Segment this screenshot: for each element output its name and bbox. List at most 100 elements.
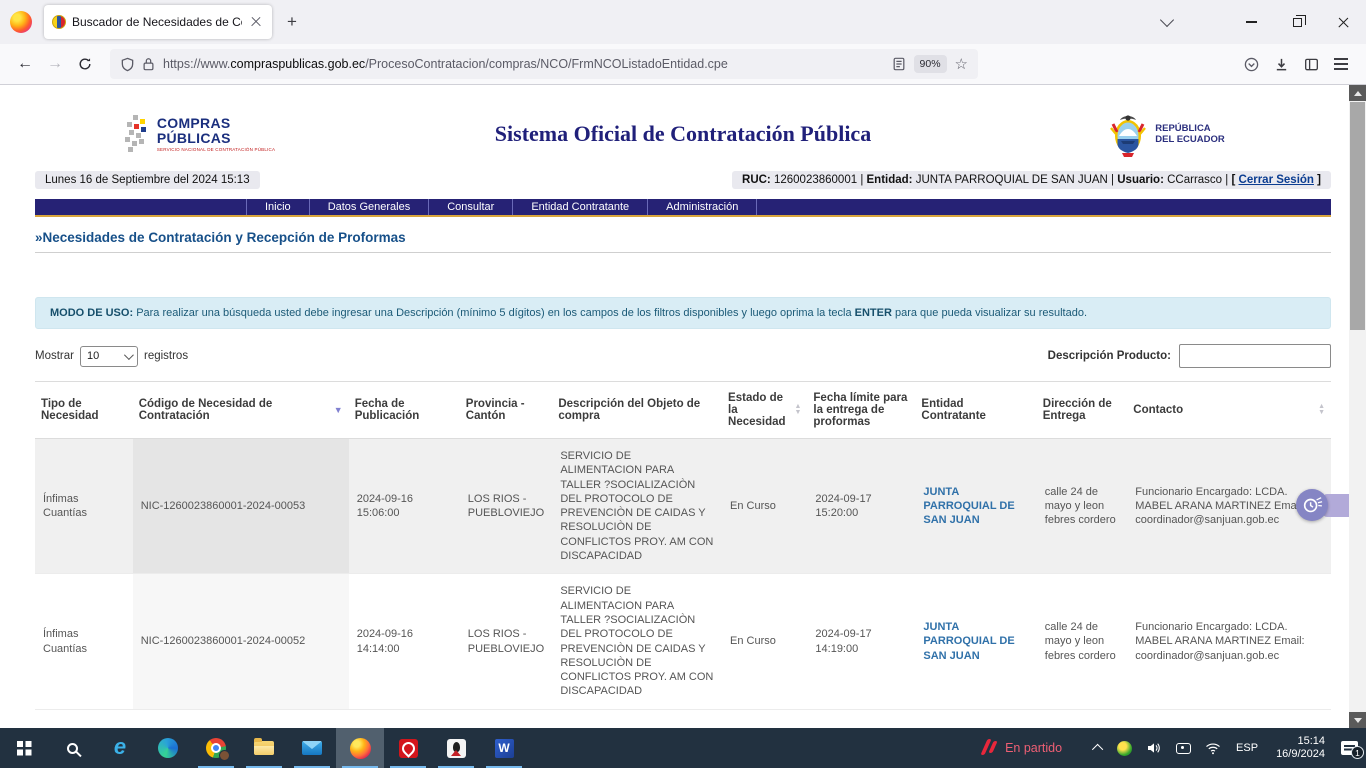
word-taskbar-button[interactable] bbox=[480, 728, 528, 768]
col-header-fecha-limite-para-la-entrega-de-proformas[interactable]: Fecha límite para la entrega de proforma… bbox=[807, 382, 915, 439]
product-filter-input[interactable] bbox=[1179, 344, 1331, 368]
entity-link[interactable]: JUNTA PARROQUIAL DE SAN JUAN bbox=[923, 621, 1014, 662]
logo-mosaic-icon bbox=[125, 115, 151, 153]
col-header-contacto[interactable]: Contacto▲▼ bbox=[1127, 382, 1331, 439]
col-header-tipo-de-necesidad[interactable]: Tipo de Necesidad bbox=[35, 382, 133, 439]
scroll-down-button[interactable] bbox=[1349, 712, 1366, 728]
url-text[interactable]: https://www.compraspublicas.gob.ec/Proce… bbox=[163, 57, 892, 71]
table-row: Ínfimas CuantíasNIC-1260023860001-2024-0… bbox=[35, 439, 1331, 574]
toolbar-right-icons bbox=[1236, 49, 1356, 79]
pocket-button[interactable] bbox=[1236, 49, 1266, 79]
search-icon bbox=[67, 743, 78, 754]
col-header-provincia-canton[interactable]: Provincia - Cantón bbox=[460, 382, 553, 439]
cell-fecha-publicacion: 2024-09-16 14:14:00 bbox=[349, 574, 460, 709]
entity-link[interactable]: JUNTA PARROQUIAL DE SAN JUAN bbox=[923, 486, 1014, 527]
cell-direccion: calle 24 de mayo y leon febres cordero bbox=[1037, 439, 1128, 574]
col-header-estado-de-la-necesidad[interactable]: Estado de la Necesidad▲▼ bbox=[722, 382, 807, 439]
nav-item-inicio[interactable]: Inicio bbox=[247, 199, 310, 215]
tab-close-icon[interactable] bbox=[248, 14, 264, 30]
nav-item-datos-generales[interactable]: Datos Generales bbox=[310, 199, 430, 215]
usage-text-2: para que pueda visualizar su resultado. bbox=[895, 307, 1087, 319]
show-label: Mostrar bbox=[35, 350, 74, 362]
page-scrollbar[interactable] bbox=[1349, 85, 1366, 728]
nav-item-administracion[interactable]: Administración bbox=[648, 199, 757, 215]
url-bar[interactable]: https://www.compraspublicas.gob.ec/Proce… bbox=[110, 49, 978, 79]
minimize-button[interactable] bbox=[1228, 0, 1274, 44]
reader-view-icon[interactable] bbox=[892, 57, 906, 71]
lock-icon[interactable] bbox=[142, 57, 155, 71]
firefox-taskbar-button[interactable] bbox=[336, 728, 384, 768]
col-header-codigo-de-necesidad-de-contratacion[interactable]: Código de Necesidad de Contratación▼ bbox=[133, 382, 349, 439]
restore-button[interactable] bbox=[1274, 0, 1320, 44]
antivirus-tray-button[interactable] bbox=[1117, 741, 1132, 756]
logout-link[interactable]: Cerrar Sesión bbox=[1239, 174, 1314, 186]
cell-provincia-canton: LOS RIOS - PUEBLOVIEJO bbox=[460, 439, 553, 574]
tray-expand-button[interactable] bbox=[1095, 744, 1103, 752]
page-length-select[interactable]: 10 bbox=[80, 346, 138, 367]
chrome-profile-badge bbox=[219, 750, 230, 761]
ruc-label: RUC: bbox=[742, 174, 771, 186]
logout-bracket-open: [ bbox=[1231, 174, 1235, 186]
col-header-fecha-de-publicacion[interactable]: Fecha de Publicación bbox=[349, 382, 460, 439]
start-taskbar-button[interactable] bbox=[0, 728, 48, 768]
cell-estado: En Curso bbox=[722, 439, 807, 574]
site-favicon-icon bbox=[52, 15, 66, 29]
edge-taskbar-button[interactable] bbox=[144, 728, 192, 768]
notification-badge: 1 bbox=[1351, 746, 1364, 759]
tab-title: Buscador de Necesidades de Co bbox=[72, 15, 242, 29]
cell-entidad: JUNTA PARROQUIAL DE SAN JUAN bbox=[915, 439, 1036, 574]
cell-estado: En Curso bbox=[722, 574, 807, 709]
sidebars-button[interactable] bbox=[1296, 49, 1326, 79]
scroll-up-button[interactable] bbox=[1349, 85, 1366, 101]
browser-titlebar: Buscador de Necesidades de Co + bbox=[0, 0, 1366, 44]
volume-button[interactable] bbox=[1146, 741, 1162, 755]
search-taskbar-button[interactable] bbox=[48, 728, 96, 768]
network-button[interactable] bbox=[1205, 742, 1221, 755]
logo-text-line2: PÚBLICAS bbox=[157, 131, 275, 146]
current-datetime: Lunes 16 de Septiembre del 2024 15:13 bbox=[35, 171, 260, 189]
floating-time-widget[interactable] bbox=[1296, 489, 1328, 521]
tray-clock[interactable]: 15:14 16/9/2024 bbox=[1276, 735, 1325, 761]
col-header-label: Descripción del Objeto de compra bbox=[558, 398, 716, 422]
internet-explorer-taskbar-button[interactable] bbox=[96, 728, 144, 768]
new-tab-button[interactable]: + bbox=[278, 8, 306, 36]
taskbar-apps bbox=[0, 728, 528, 768]
meet-now-button[interactable] bbox=[1176, 743, 1191, 754]
scrollbar-thumb[interactable] bbox=[1350, 102, 1365, 330]
col-header-direccion-de-entrega[interactable]: Dirección de Entrega bbox=[1037, 382, 1128, 439]
list-tabs-button[interactable] bbox=[1150, 7, 1184, 37]
keyboard-language[interactable]: ESP bbox=[1236, 742, 1258, 754]
laliga-widget[interactable]: En partido bbox=[981, 739, 1062, 757]
forward-button[interactable]: → bbox=[40, 49, 70, 79]
tray-date: 16/9/2024 bbox=[1276, 748, 1325, 761]
nav-item-consultar[interactable]: Consultar bbox=[429, 199, 513, 215]
nav-item-entidad-contratante[interactable]: Entidad Contratante bbox=[513, 199, 648, 215]
chrome-taskbar-button[interactable] bbox=[192, 728, 240, 768]
browser-tab[interactable]: Buscador de Necesidades de Co bbox=[44, 5, 272, 39]
tracking-shield-icon[interactable] bbox=[120, 57, 135, 72]
file-explorer-taskbar-button[interactable] bbox=[240, 728, 288, 768]
page-content: COMPRAS PÚBLICAS SERVICIO NACIONAL DE CO… bbox=[0, 85, 1349, 728]
reload-button[interactable] bbox=[70, 49, 100, 79]
bookmark-star-icon[interactable]: ☆ bbox=[955, 55, 968, 73]
openjdk-taskbar-button[interactable] bbox=[432, 728, 480, 768]
col-header-entidad-contratante[interactable]: Entidad Contratante bbox=[915, 382, 1036, 439]
menu-button[interactable] bbox=[1326, 49, 1356, 79]
page-length-value: 10 bbox=[87, 350, 99, 362]
col-header-label: Dirección de Entrega bbox=[1043, 398, 1122, 422]
acrobat-reader-taskbar-button[interactable] bbox=[384, 728, 432, 768]
action-center-button[interactable]: 1 bbox=[1341, 741, 1358, 755]
zoom-level-badge[interactable]: 90% bbox=[914, 55, 947, 73]
scroll-up-icon bbox=[1354, 91, 1362, 96]
mail-taskbar-button[interactable] bbox=[288, 728, 336, 768]
logout-bracket-close: ] bbox=[1317, 174, 1321, 186]
compras-publicas-logo: COMPRAS PÚBLICAS SERVICIO NACIONAL DE CO… bbox=[125, 115, 275, 153]
col-header-descripcion-del-objeto-de-compra[interactable]: Descripción del Objeto de compra bbox=[552, 382, 722, 439]
logo-tagline: SERVICIO NACIONAL DE CONTRATACIÓN PÚBLIC… bbox=[157, 147, 275, 152]
winged-clock-icon[interactable] bbox=[1296, 489, 1328, 521]
close-button[interactable] bbox=[1320, 0, 1366, 44]
table-header-row: Tipo de NecesidadCódigo de Necesidad de … bbox=[35, 382, 1331, 439]
downloads-button[interactable] bbox=[1266, 49, 1296, 79]
back-button[interactable]: ← bbox=[10, 49, 40, 79]
records-label: registros bbox=[144, 350, 188, 362]
